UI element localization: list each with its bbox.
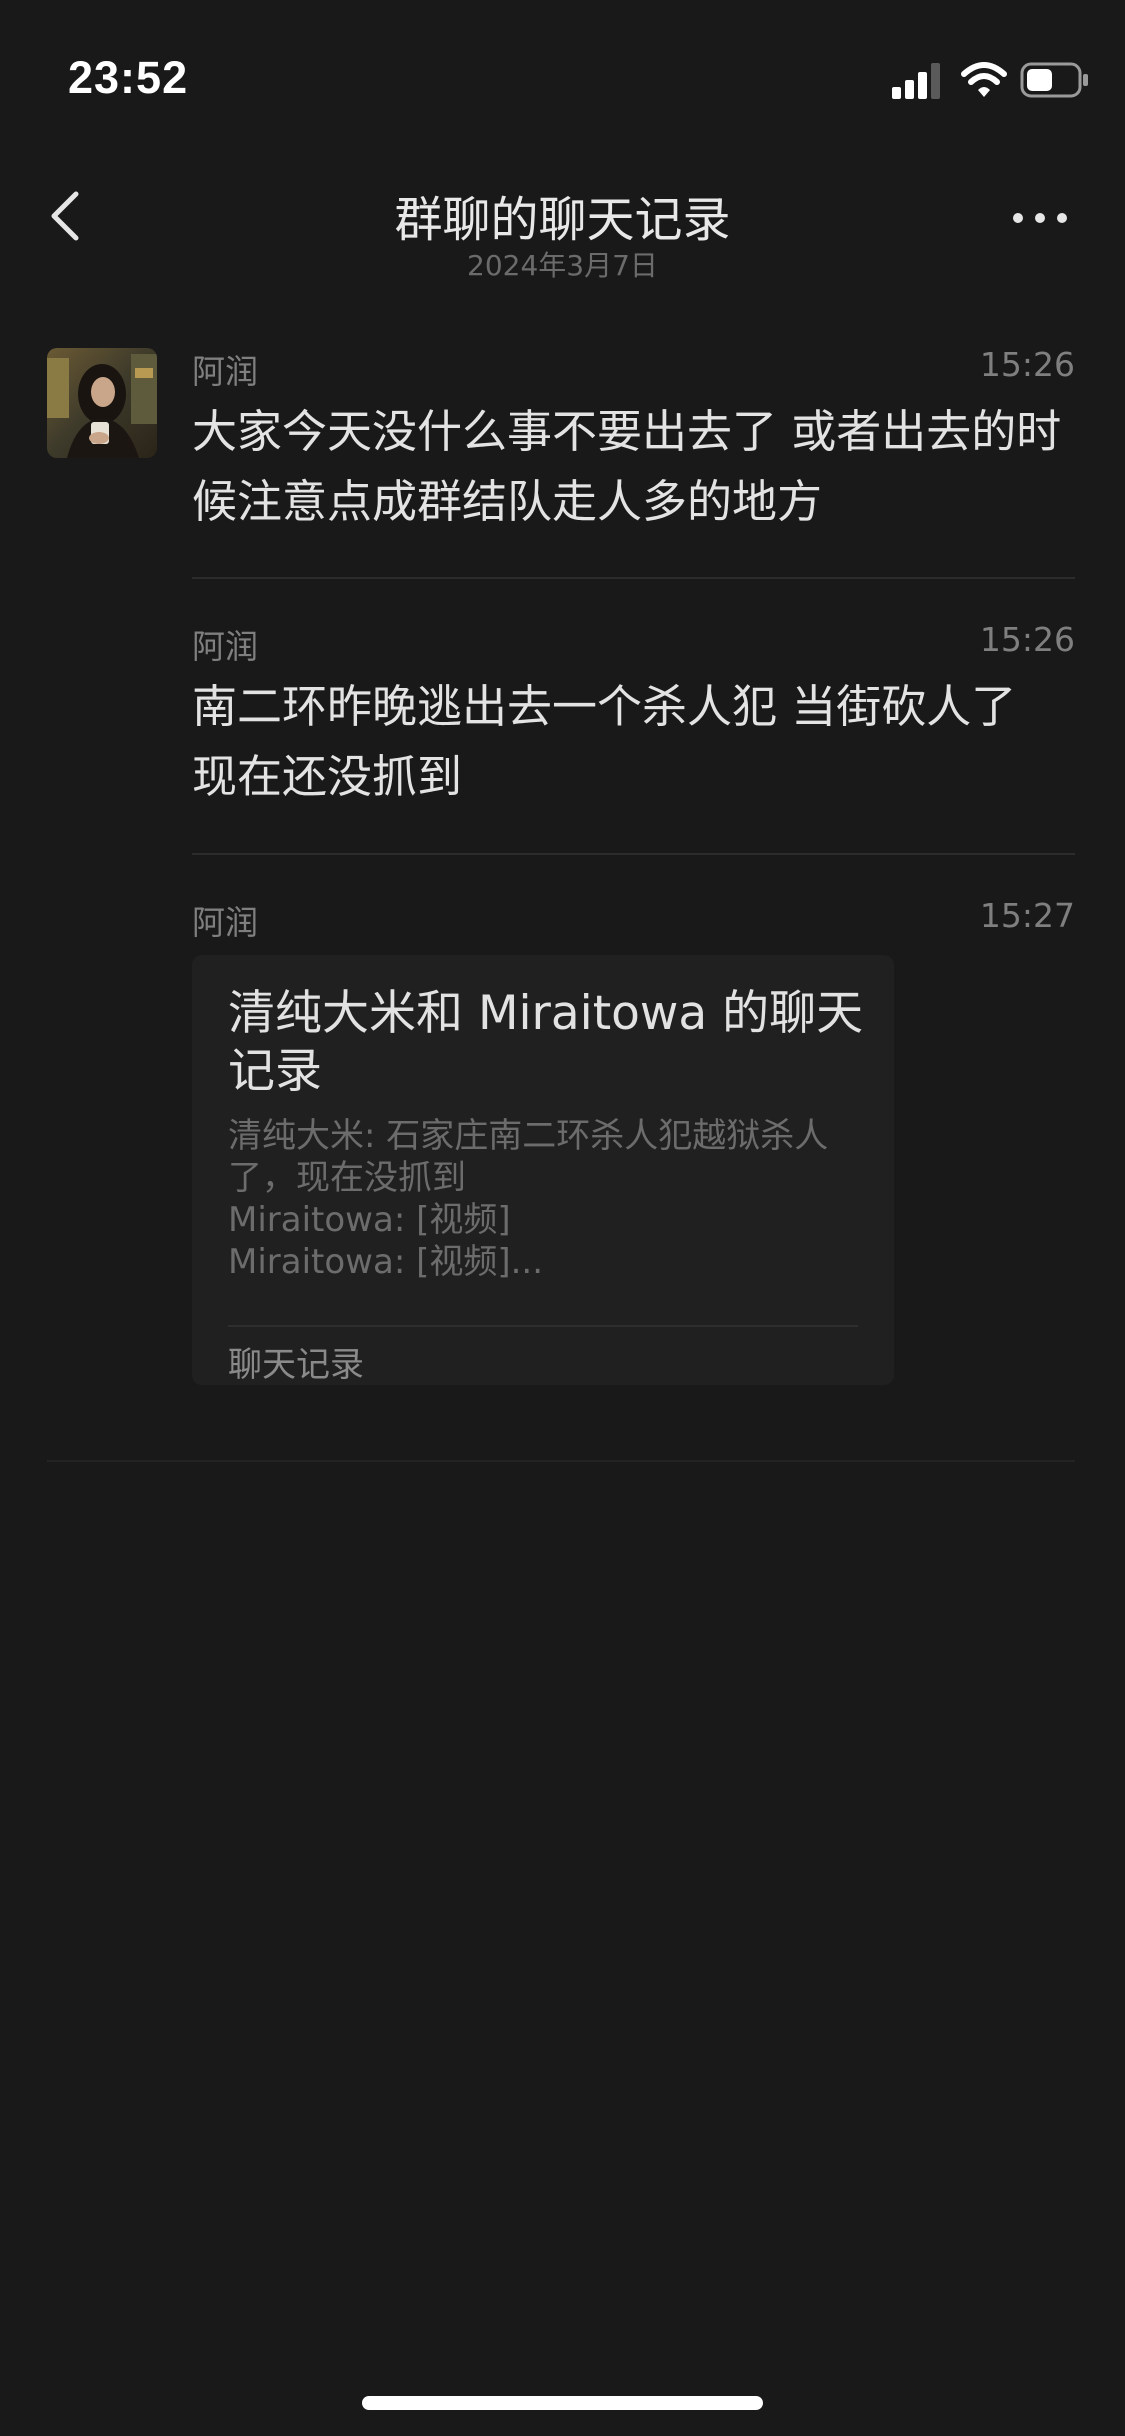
- status-time: 23:52: [68, 52, 189, 103]
- chat-record-line: Miraitowa: [视频]: [228, 1200, 511, 1240]
- more-dots-icon[interactable]: [1010, 208, 1070, 228]
- wifi-icon: [961, 62, 1007, 97]
- chat-record-title: 清纯大米和 Miraitowa 的聊天记录: [228, 986, 864, 1099]
- message-text: 大家今天没什么事不要出去了 或者出去的时候注意点成群结队走人多的地方: [192, 405, 1062, 528]
- message-sender: 阿润: [192, 627, 258, 666]
- status-bar: 23:52: [0, 0, 1125, 150]
- signal-icon: [892, 63, 940, 99]
- message-sender: 阿润: [192, 903, 258, 942]
- chat-record-card[interactable]: 清纯大米和 Miraitowa 的聊天记录 清纯大米: 石家庄南二环杀人犯越狱杀…: [192, 955, 894, 1385]
- message-item[interactable]: 阿润 15:26 南二环昨晚逃出去一个杀人犯 当街砍人了 现在还没抓到: [192, 620, 1075, 803]
- message-time: 15:27: [979, 896, 1075, 935]
- chat-record-divider: [228, 1325, 858, 1327]
- battery-icon: [1020, 62, 1088, 98]
- home-indicator[interactable]: [362, 2396, 763, 2410]
- message-time: 15:26: [979, 620, 1075, 659]
- message-text: 南二环昨晚逃出去一个杀人犯 当街砍人了 现在还没抓到: [192, 680, 1017, 803]
- chat-record-line: Miraitowa: [视频]...: [228, 1242, 544, 1282]
- list-end-divider: [47, 1460, 1075, 1462]
- message-sender: 阿润: [192, 352, 258, 391]
- chat-record-preview: 清纯大米: 石家庄南二环杀人犯越狱杀人了，现在没抓到 Miraitowa: [视…: [228, 1115, 868, 1283]
- message-divider: [192, 853, 1075, 855]
- message-item[interactable]: 阿润 15:26 大家今天没什么事不要出去了 或者出去的时候注意点成群结队走人多…: [192, 345, 1075, 528]
- avatar[interactable]: [47, 348, 157, 458]
- message-item: 阿润 15:27: [192, 896, 1075, 946]
- message-divider: [192, 577, 1075, 579]
- chat-record-footer: 聊天记录: [228, 1345, 364, 1385]
- avatar-photo-icon: [47, 348, 157, 458]
- page-title: 群聊的聊天记录: [394, 192, 731, 248]
- nav-bar: 群聊的聊天记录 2024年3月7日: [0, 150, 1125, 300]
- message-time: 15:26: [979, 345, 1075, 384]
- chat-record-line: 清纯大米: 石家庄南二环杀人犯越狱杀人了，现在没抓到: [228, 1116, 829, 1198]
- page-date: 2024年3月7日: [467, 249, 658, 282]
